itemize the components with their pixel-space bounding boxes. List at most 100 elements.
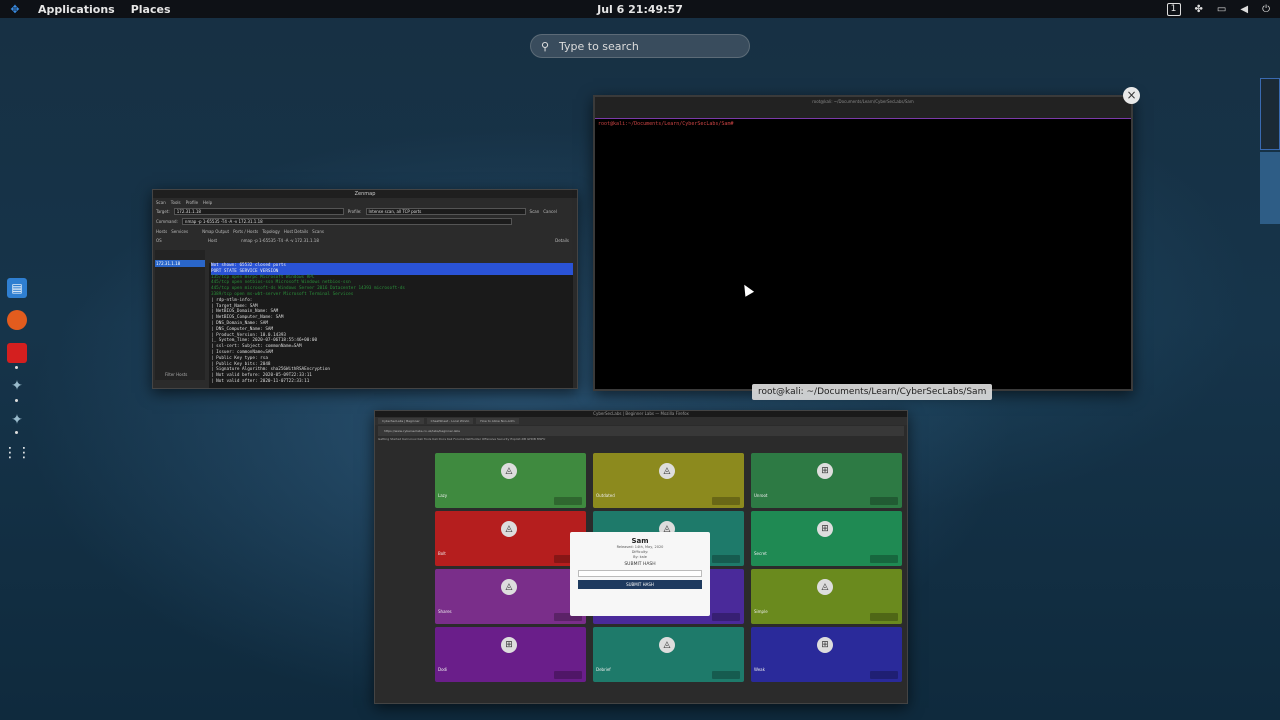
windows-icon: ⊞: [817, 637, 833, 653]
red-app-icon[interactable]: [7, 343, 27, 363]
linux-icon: ◬: [501, 521, 517, 537]
browser-tab[interactable]: CyberSecLabs | Beginner: [378, 418, 424, 424]
clock[interactable]: Jul 6 21:49:57: [597, 3, 683, 16]
cancel-button[interactable]: Cancel: [543, 209, 557, 214]
lab-actions[interactable]: [870, 555, 898, 563]
lab-name: Bolt: [438, 551, 446, 556]
terminal-prompt[interactable]: root@kali:~/Documents/Learn/CyberSecLabs…: [595, 119, 1131, 129]
filter-hosts-button[interactable]: Filter Hosts: [165, 372, 187, 377]
power-icon[interactable]: ⏻: [1262, 4, 1270, 15]
terminal-window[interactable]: root@kali: ~/Documents/Learn/CyberSecLab…: [593, 95, 1133, 391]
lab-actions[interactable]: [712, 555, 740, 563]
apps-icon[interactable]: ✤: [1195, 4, 1203, 15]
lab-card[interactable]: ◬ Bolt: [435, 511, 586, 566]
scan-button[interactable]: Scan: [530, 209, 540, 214]
linux-icon: ◬: [501, 463, 517, 479]
lab-name: Unroot: [754, 493, 768, 498]
command-row: Command: nmap -p 1-65535 -T4 -A -v 172.3…: [153, 216, 577, 226]
host-item[interactable]: 172.31.1.18: [155, 260, 205, 267]
profile-label: Profile:: [347, 208, 362, 214]
close-icon[interactable]: ×: [1123, 87, 1140, 104]
lab-card[interactable]: ⊞ Secret: [751, 511, 902, 566]
lab-name: Secret: [754, 551, 767, 556]
workspace-thumbnail-2[interactable]: [1260, 152, 1280, 224]
files-icon[interactable]: ▤: [7, 278, 27, 298]
host-col: Host: [208, 237, 218, 243]
bookmarks-bar: Getting Started Kali Linux Kali Tools Ka…: [375, 437, 907, 443]
output-command: nmap -p 1-65535 -T4 -A -v 172.31.1.18: [241, 237, 319, 243]
browser-tabs: CyberSecLabs | Beginner CheatSheet - Loc…: [375, 417, 907, 425]
tab-scans[interactable]: Scans: [312, 229, 324, 234]
linux-icon: ◬: [659, 463, 675, 479]
show-apps-icon[interactable]: ⋮⋮: [3, 443, 31, 463]
url-bar[interactable]: https://www.cyberseclabs.co.uk/labs/begi…: [378, 426, 904, 436]
lab-card[interactable]: ◬ Outdated: [593, 453, 744, 508]
lab-actions[interactable]: [712, 497, 740, 505]
window-caption: root@kali: ~/Documents/Learn/CyberSecLab…: [752, 384, 993, 400]
kali-icon-2[interactable]: ✦: [7, 410, 27, 430]
lab-actions[interactable]: [870, 497, 898, 505]
lab-actions[interactable]: [554, 671, 582, 679]
os-col: OS: [156, 237, 162, 243]
tab-host-details[interactable]: Host Details: [284, 229, 308, 234]
tab-ports-hosts[interactable]: Ports / Hosts: [233, 229, 258, 234]
browser-tab[interactable]: How to Allow Non-Adm: [476, 418, 519, 424]
lab-name: Lazy: [438, 493, 448, 498]
search-icon: ⚲: [540, 39, 550, 53]
window-title: Zenmap: [153, 190, 577, 198]
nmap-output: Not shown: 65532 closed ports PORT STATE…: [209, 263, 573, 388]
lab-name: Dodi: [438, 667, 448, 672]
modal-author: By: kale: [633, 555, 647, 559]
tab-hosts[interactable]: Hosts: [156, 229, 167, 234]
windows-icon: ⊞: [501, 637, 517, 653]
lab-card[interactable]: ⊞ Dodi: [435, 627, 586, 682]
lab-actions[interactable]: [712, 613, 740, 621]
zenmap-window[interactable]: Zenmap Scan Tools Profile Help Target: 1…: [152, 189, 578, 389]
workspace-thumbnail[interactable]: [1260, 78, 1280, 150]
lab-name: Debrief: [596, 667, 611, 672]
browser-tab[interactable]: CheatSheet - Local Windo: [426, 418, 474, 424]
command-input[interactable]: nmap -p 1-65535 -T4 -A -v 172.31.1.18: [181, 217, 512, 225]
lab-actions[interactable]: [870, 671, 898, 679]
terminal-title: root@kali: ~/Documents/Learn/CyberSecLab…: [595, 97, 1131, 119]
tab-topology[interactable]: Topology: [262, 229, 280, 234]
profile-select[interactable]: Intense scan, all TCP ports: [365, 207, 526, 215]
running-indicator: [15, 366, 18, 369]
lab-card[interactable]: ◬ Simple: [751, 569, 902, 624]
running-indicator: [15, 399, 18, 402]
screen-icon[interactable]: ▭: [1217, 4, 1226, 15]
lab-name: Simple: [754, 609, 768, 614]
menu-scan[interactable]: Scan: [156, 200, 166, 205]
tab-services[interactable]: Services: [171, 229, 188, 234]
lab-card[interactable]: ◬ Shares: [435, 569, 586, 624]
menu-profile[interactable]: Profile: [186, 200, 198, 205]
hash-label: SUBMIT HASH: [624, 562, 656, 567]
workspace-indicator[interactable]: 1: [1166, 2, 1181, 16]
lab-actions[interactable]: [870, 613, 898, 621]
windows-icon: ⊞: [817, 521, 833, 537]
lab-actions[interactable]: [554, 497, 582, 505]
lab-card[interactable]: ⊞ Unroot: [751, 453, 902, 508]
volume-icon[interactable]: ◀: [1240, 4, 1248, 15]
lab-card[interactable]: ⊞ Weak: [751, 627, 902, 682]
output-header: OS Host nmap -p 1-65535 -T4 -A -v 172.31…: [153, 236, 577, 244]
submit-hash-modal: Sam Released: 14th, May, 2020 Difficulty…: [570, 532, 710, 616]
tab-nmap-output[interactable]: Nmap Output: [202, 229, 229, 234]
details-button[interactable]: Details: [555, 238, 569, 243]
search-box[interactable]: ⚲ Type to search: [530, 34, 750, 58]
lab-actions[interactable]: [712, 671, 740, 679]
firefox-icon[interactable]: [7, 310, 27, 330]
kali-icon[interactable]: ✦: [7, 376, 27, 396]
target-input[interactable]: 172.31.1.18: [173, 207, 344, 215]
lab-card[interactable]: ◬ Debrief: [593, 627, 744, 682]
target-label: Target:: [156, 208, 170, 214]
top-bar: ✥ Applications Places Jul 6 21:49:57 1 ✤…: [0, 0, 1280, 18]
linux-icon: ◬: [501, 579, 517, 595]
submit-hash-button[interactable]: SUBMIT HASH: [578, 580, 702, 589]
lab-name: Outdated: [596, 493, 615, 498]
menu-tools[interactable]: Tools: [171, 200, 181, 205]
dash: ▤ ✦ ✦ ⋮⋮: [0, 270, 34, 470]
lab-card[interactable]: ◬ Lazy: [435, 453, 586, 508]
hash-input[interactable]: [578, 570, 702, 577]
menu-help[interactable]: Help: [203, 200, 212, 205]
